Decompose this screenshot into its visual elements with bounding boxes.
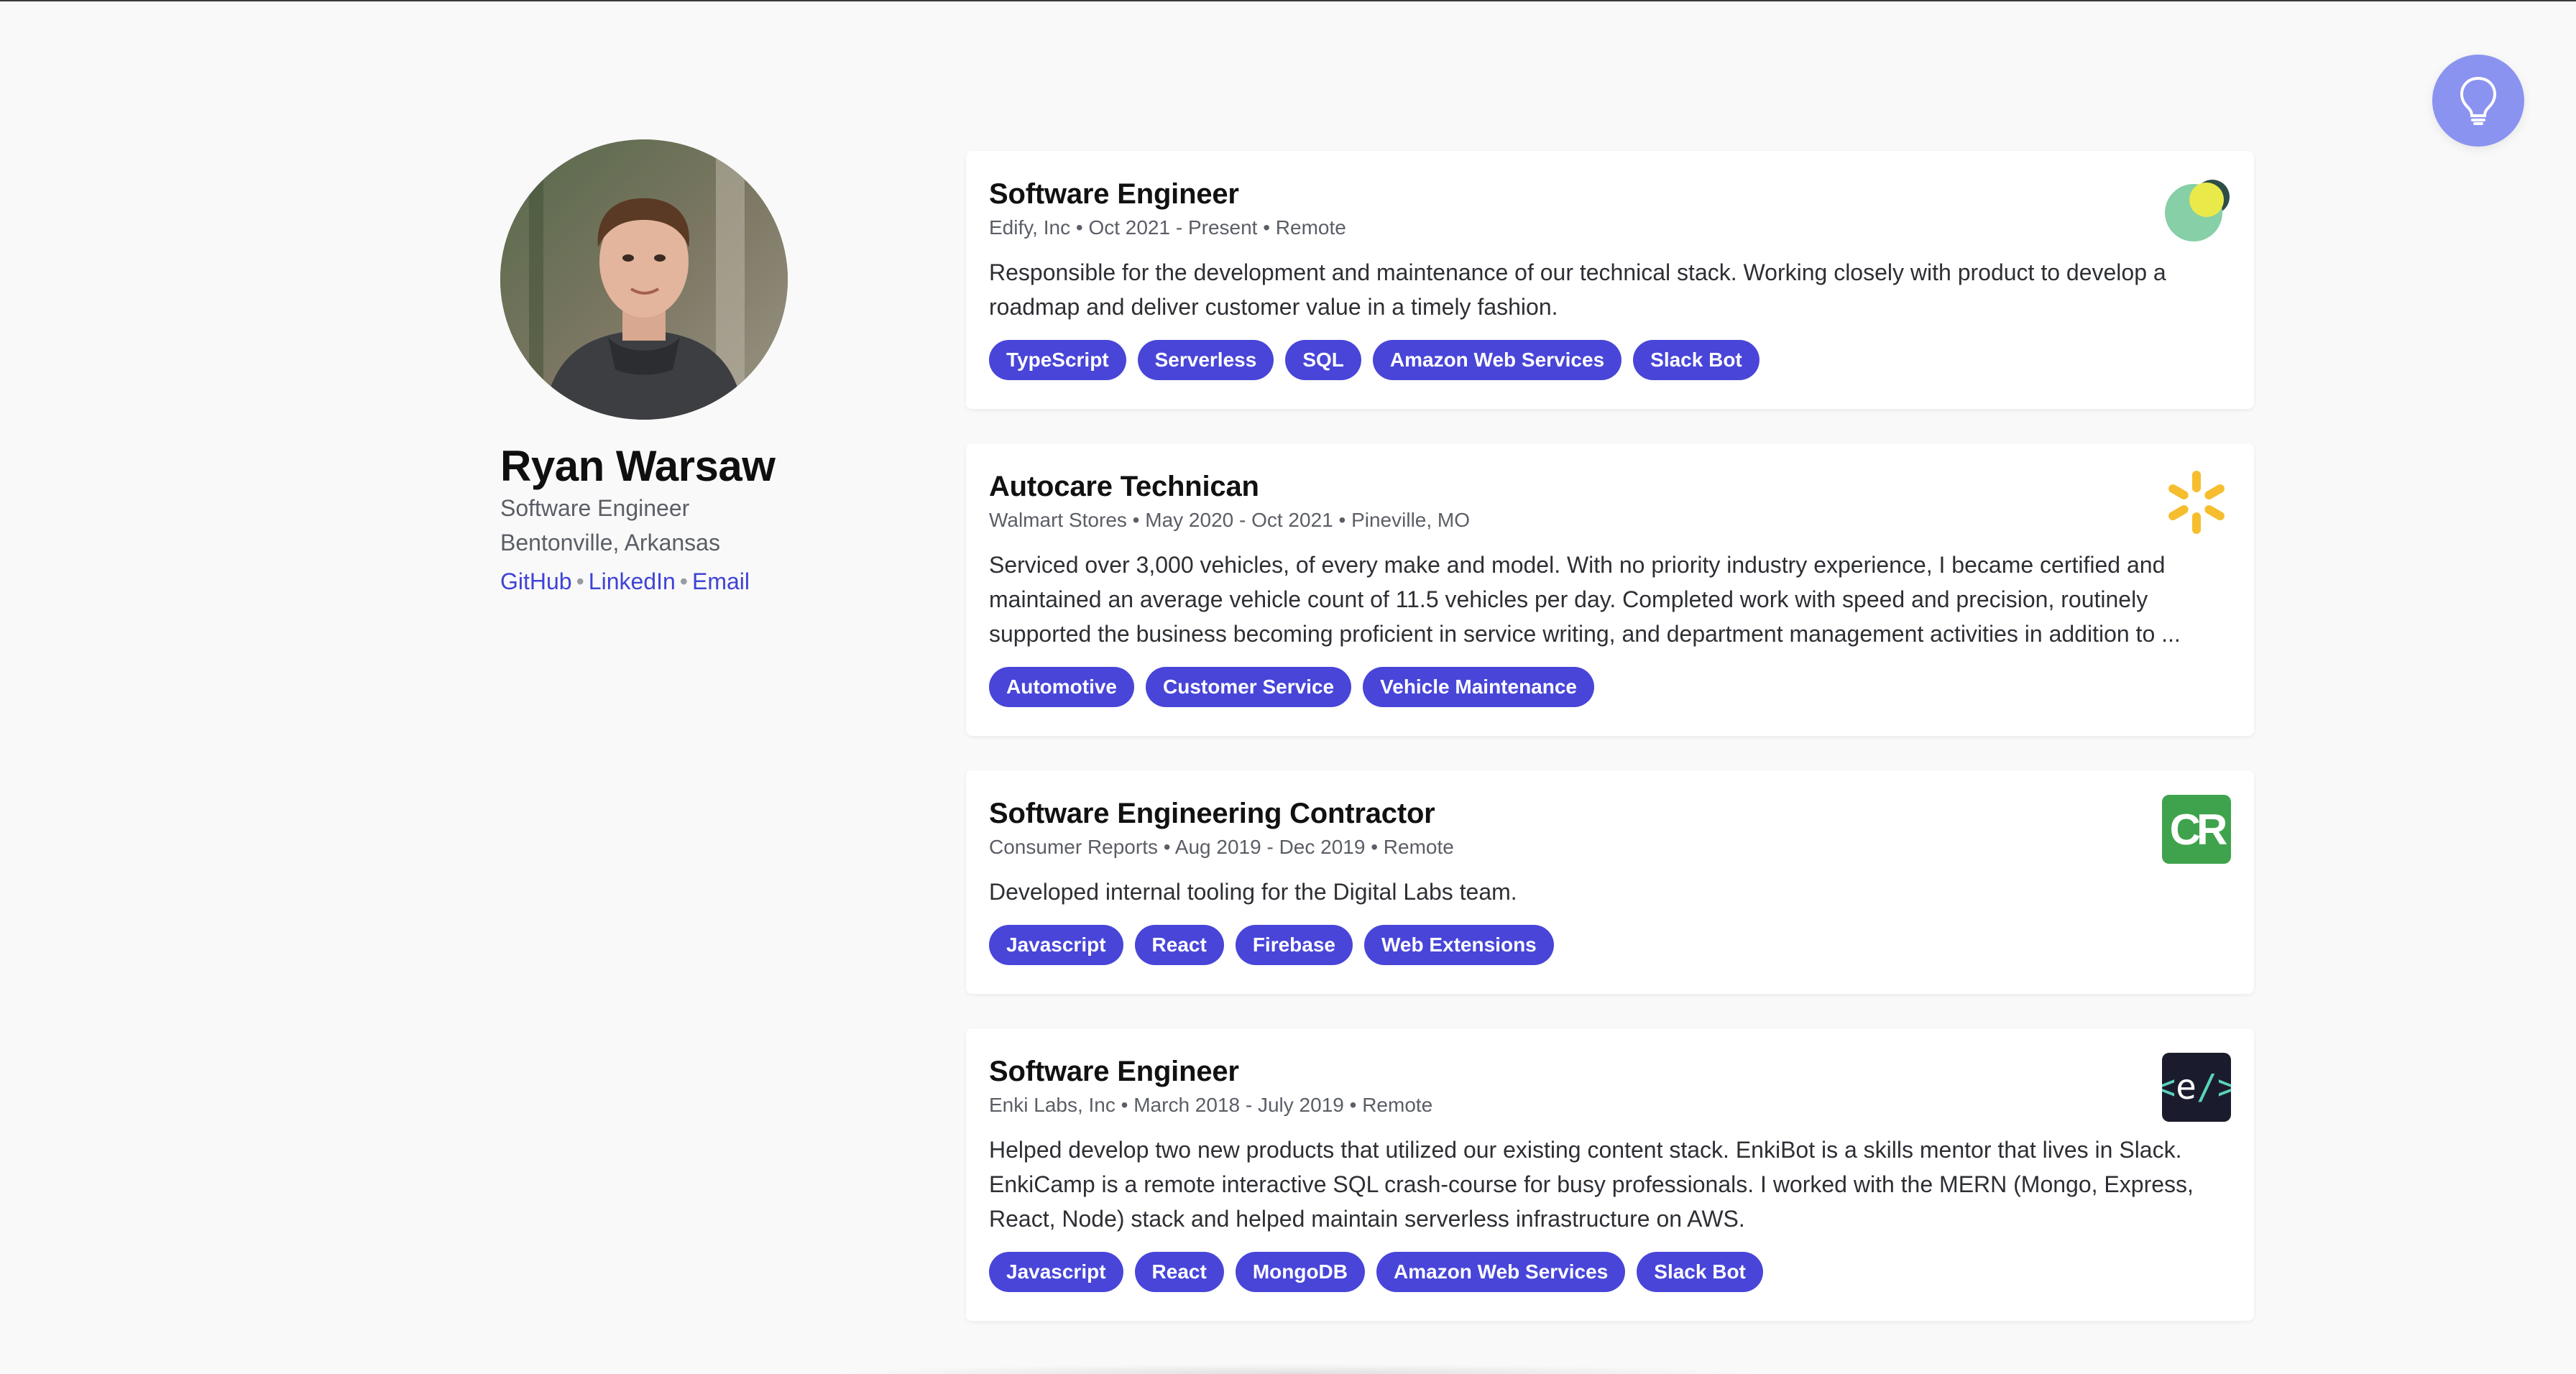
skill-tag: Customer Service [1146, 667, 1352, 707]
experience-list: Software Engineer Edify, Inc • Oct 2021 … [966, 151, 2254, 1355]
skill-tag: Javascript [989, 925, 1123, 965]
tag-list: Javascript React Firebase Web Extensions [989, 925, 2231, 965]
skill-tag: Vehicle Maintenance [1363, 667, 1594, 707]
experience-card-walmart: Autocare Technican Walmart Stores • May … [966, 443, 2254, 736]
edify-logo-icon [2162, 175, 2231, 244]
skill-tag: Firebase [1235, 925, 1353, 965]
skill-tag: Slack Bot [1637, 1252, 1763, 1292]
profile-name: Ryan Warsaw [500, 442, 776, 490]
role-title: Software Engineering Contractor [989, 798, 1435, 829]
role-subtitle: Edify, Inc • Oct 2021 - Present • Remote [989, 216, 1346, 239]
linkedin-link[interactable]: LinkedIn [589, 568, 676, 594]
skill-tag: Amazon Web Services [1376, 1252, 1626, 1292]
enki-logo-icon: < e/> [2162, 1053, 2231, 1122]
tag-list: TypeScript Serverless SQL Amazon Web Ser… [989, 340, 2231, 380]
role-description: Developed internal tooling for the Digit… [989, 879, 1517, 905]
skill-tag: Amazon Web Services [1372, 340, 1622, 380]
profile-links: GitHub • LinkedIn • Email [500, 564, 903, 599]
role-title: Autocare Technican [989, 471, 1259, 502]
email-link[interactable]: Email [692, 568, 750, 594]
skill-tag: TypeScript [989, 340, 1126, 380]
experience-card-edify: Software Engineer Edify, Inc • Oct 2021 … [966, 151, 2254, 409]
tag-list: Javascript React MongoDB Amazon Web Serv… [989, 1252, 2231, 1292]
experience-card-enki: Software Engineer Enki Labs, Inc • March… [966, 1028, 2254, 1321]
github-link[interactable]: GitHub [500, 568, 572, 594]
role-subtitle: Walmart Stores • May 2020 - Oct 2021 • P… [989, 509, 1471, 531]
avatar [500, 139, 788, 420]
bottom-shadow [827, 1364, 1761, 1374]
walmart-spark-icon [2162, 468, 2231, 537]
role-subtitle: Enki Labs, Inc • March 2018 - July 2019 … [989, 1094, 1433, 1116]
profile-title: Software Engineer [500, 495, 690, 521]
logo-letter: e [2176, 1067, 2197, 1107]
skill-tag: Web Extensions [1363, 925, 1554, 965]
consumer-reports-logo-icon: CR [2162, 795, 2231, 864]
lightbulb-icon [2460, 76, 2497, 125]
logo-text: CR [2169, 805, 2228, 854]
skill-tag: Javascript [989, 1252, 1123, 1292]
role-description: Helped develop two new products that uti… [989, 1137, 2194, 1232]
skill-tag: SQL [1285, 340, 1361, 380]
skill-tag: Automotive [989, 667, 1134, 707]
role-title: Software Engineer [989, 1056, 1239, 1087]
skill-tag: React [1134, 925, 1224, 965]
link-separator: • [679, 568, 688, 594]
skill-tag: Serverless [1137, 340, 1274, 380]
role-title: Software Engineer [989, 178, 1239, 210]
skill-tag: Slack Bot [1633, 340, 1760, 380]
profile-section: Ryan Warsaw Software Engineer Bentonvill… [500, 139, 903, 599]
role-description: Responsible for the development and main… [989, 259, 2166, 320]
tag-list: Automotive Customer Service Vehicle Main… [989, 667, 2231, 707]
link-separator: • [576, 568, 584, 594]
logo-bracket-right: /> [2196, 1067, 2231, 1107]
logo-bracket-left: < [2162, 1067, 2176, 1107]
profile-location: Bentonville, Arkansas [500, 530, 720, 555]
experience-card-consumer-reports: Software Engineering Contractor Consumer… [966, 770, 2254, 994]
theme-toggle-button[interactable] [2432, 55, 2524, 147]
role-subtitle: Consumer Reports • Aug 2019 - Dec 2019 •… [989, 836, 1454, 858]
role-description: Serviced over 3,000 vehicles, of every m… [989, 552, 2181, 647]
skill-tag: React [1134, 1252, 1224, 1292]
skill-tag: MongoDB [1235, 1252, 1365, 1292]
